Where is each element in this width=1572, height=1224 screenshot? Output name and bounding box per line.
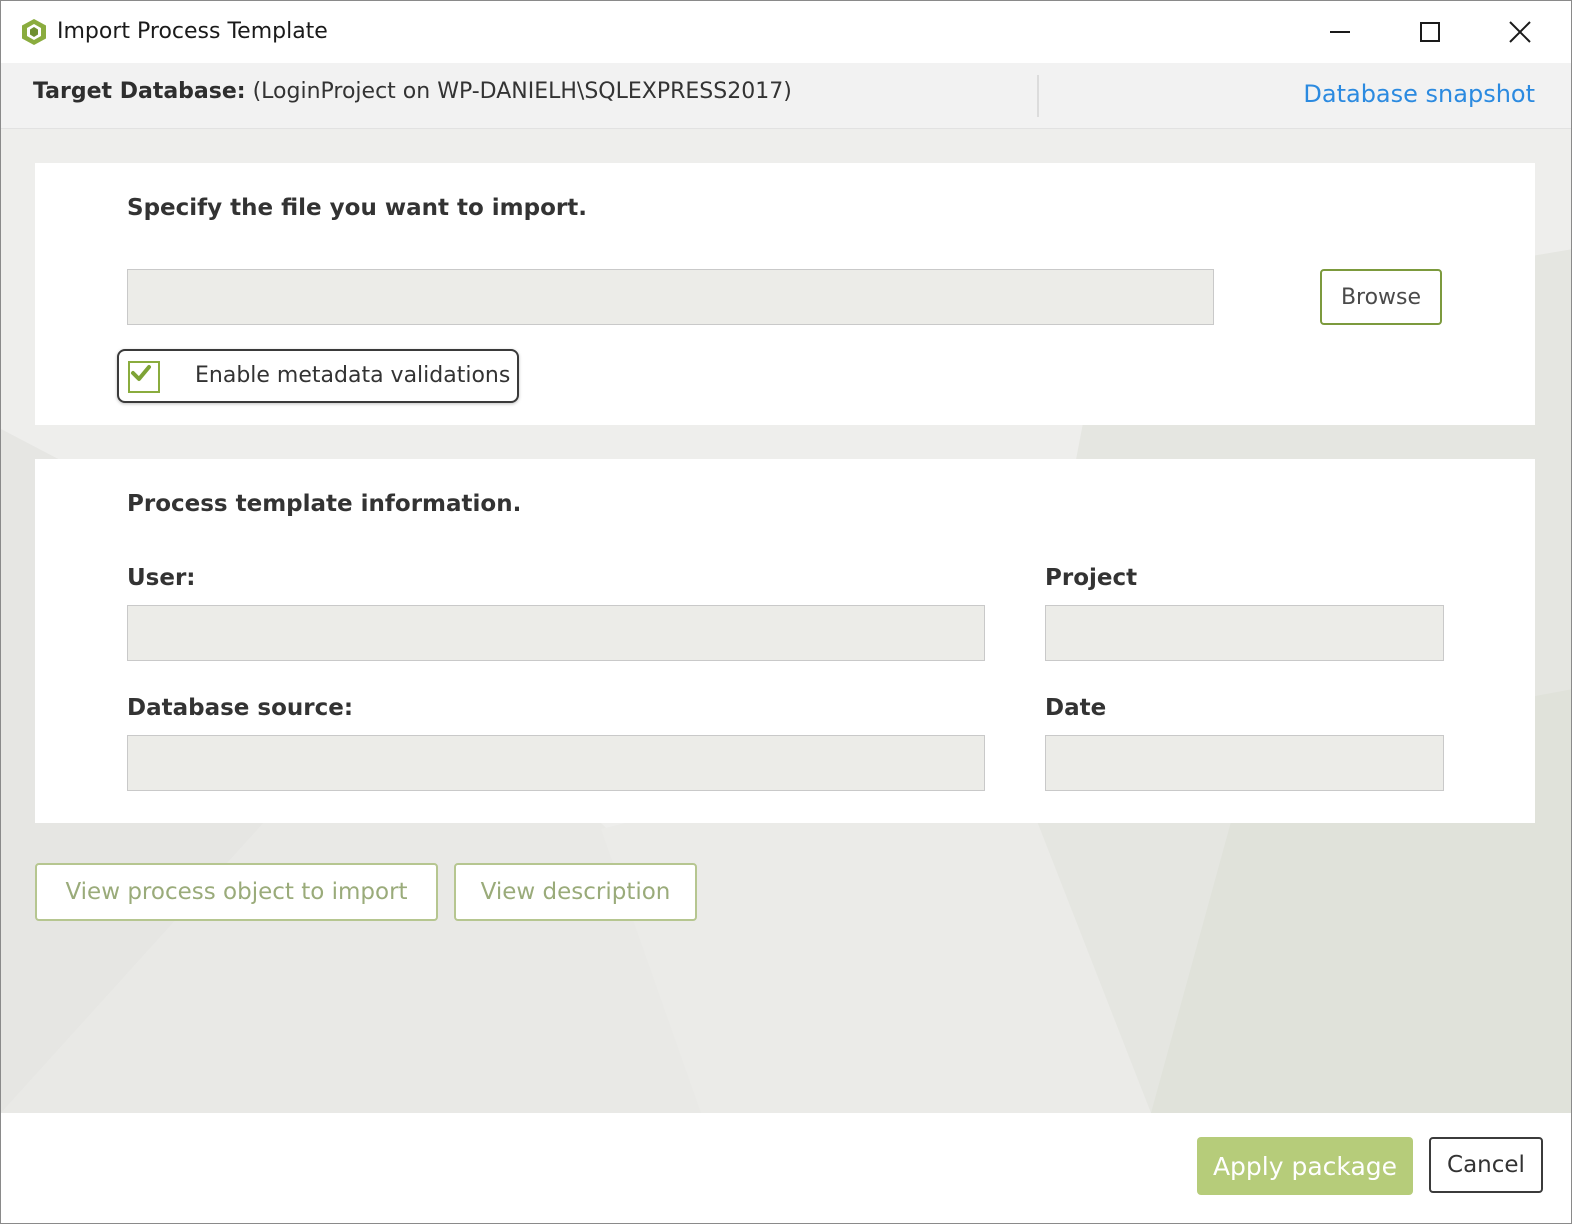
database-snapshot-link[interactable]: Database snapshot xyxy=(1303,80,1535,108)
date-input[interactable] xyxy=(1046,736,1443,790)
file-import-panel: Specify the file you want to import. Bro… xyxy=(35,163,1535,425)
target-database-value: (LoginProject on WP-DANIELH\SQLEXPRESS20… xyxy=(252,79,792,104)
project-label: Project xyxy=(1045,565,1138,591)
user-label: User: xyxy=(127,565,196,591)
close-icon xyxy=(1509,21,1531,43)
minimize-icon xyxy=(1330,31,1350,33)
maximize-button[interactable] xyxy=(1385,1,1475,63)
file-path-field[interactable] xyxy=(127,269,1214,325)
date-label: Date xyxy=(1045,695,1107,721)
enable-metadata-validations-checkbox[interactable]: Enable metadata validations xyxy=(117,349,519,403)
project-field[interactable] xyxy=(1045,605,1444,661)
file-section-title: Specify the file you want to import. xyxy=(127,195,587,221)
info-section-title: Process template information. xyxy=(127,491,522,517)
checkbox-box[interactable] xyxy=(128,361,160,393)
cancel-button[interactable]: Cancel xyxy=(1429,1137,1543,1193)
checkmark-icon xyxy=(131,365,151,381)
file-path-input[interactable] xyxy=(128,270,1213,324)
target-database-bar: Target Database: (LoginProject on WP-DAN… xyxy=(1,63,1571,129)
user-field[interactable] xyxy=(127,605,985,661)
app-logo-icon xyxy=(21,18,47,46)
maximize-icon xyxy=(1420,22,1440,42)
dialog-footer: Apply package Cancel xyxy=(1,1113,1571,1223)
user-input[interactable] xyxy=(128,606,984,660)
apply-package-button[interactable]: Apply package xyxy=(1197,1137,1413,1195)
window-title: Import Process Template xyxy=(57,19,328,44)
database-source-label: Database source: xyxy=(127,695,354,721)
import-dialog-window: Import Process Template Target Database:… xyxy=(0,0,1572,1224)
view-process-object-button[interactable]: View process object to import xyxy=(35,863,438,921)
target-database-info: Target Database: (LoginProject on WP-DAN… xyxy=(33,79,792,104)
close-button[interactable] xyxy=(1475,1,1565,63)
template-info-panel: Process template information. User: Proj… xyxy=(35,459,1535,823)
header-divider xyxy=(1037,75,1039,117)
project-input[interactable] xyxy=(1046,606,1443,660)
target-database-label: Target Database: xyxy=(33,79,246,104)
view-description-button[interactable]: View description xyxy=(454,863,697,921)
date-field[interactable] xyxy=(1045,735,1444,791)
title-bar: Import Process Template xyxy=(1,1,1571,63)
minimize-button[interactable] xyxy=(1295,1,1385,63)
content-area: Specify the file you want to import. Bro… xyxy=(1,129,1571,1113)
checkbox-label: Enable metadata validations xyxy=(195,363,511,388)
browse-button[interactable]: Browse xyxy=(1320,269,1442,325)
database-source-input[interactable] xyxy=(128,736,984,790)
database-source-field[interactable] xyxy=(127,735,985,791)
